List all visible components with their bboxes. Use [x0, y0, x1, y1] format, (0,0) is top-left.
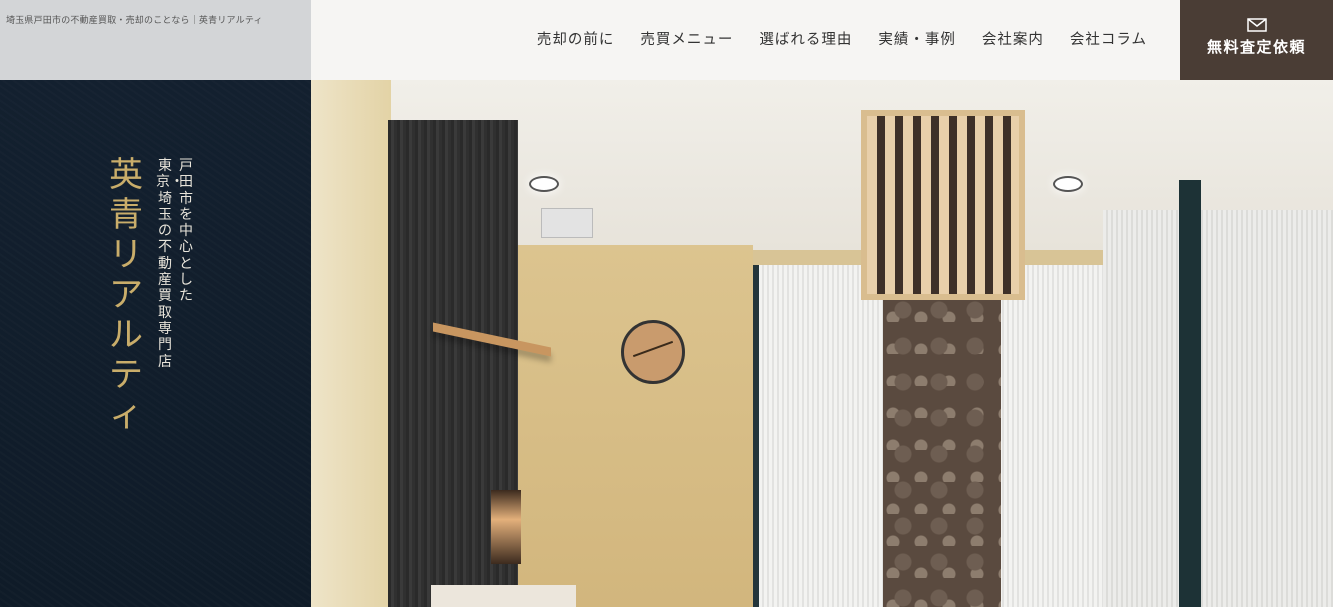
- site-tagline: 埼玉県戸田市の不動産買取・売却のことなら｜英青リアルティ: [6, 16, 263, 26]
- main-nav: 売却の前に 売買メニュー 選ばれる理由 実績・事例 会社案内 会社コラム: [511, 28, 1147, 49]
- hero-cabinet: [431, 585, 576, 607]
- nav-item-results[interactable]: 実績・事例: [878, 28, 956, 49]
- free-appraisal-button[interactable]: 無料査定依頼: [1180, 0, 1333, 80]
- hero-ceiling-light: [529, 176, 559, 192]
- hero-vent: [541, 208, 593, 238]
- hero-wood-lattice: [861, 110, 1025, 300]
- nav-item-column[interactable]: 会社コラム: [1070, 28, 1147, 49]
- hero-beige-wall: [518, 245, 753, 607]
- nav-item-company[interactable]: 会社案内: [982, 28, 1044, 49]
- hero-ceiling-light: [1053, 176, 1083, 192]
- hero-window-frame: [1179, 180, 1201, 607]
- hero-pillar: [883, 290, 1001, 607]
- nav-item-trade-menu[interactable]: 売買メニュー: [640, 28, 733, 49]
- tagline-box: 埼玉県戸田市の不動産買取・売却のことなら｜英青リアルティ: [0, 0, 311, 80]
- hero-left-wall: [311, 80, 391, 607]
- hero-window-right: [1103, 210, 1333, 607]
- hero-wall-clock: [621, 320, 685, 384]
- sidebar-tagline-line2: 東京・埼玉の不動産買取専門店: [156, 158, 184, 370]
- site-logo[interactable]: 英青リアルティ: [106, 155, 146, 435]
- nav-item-reasons[interactable]: 選ばれる理由: [759, 28, 852, 49]
- mail-icon: [1246, 18, 1267, 32]
- header: 売却の前に 売買メニュー 選ばれる理由 実績・事例 会社案内 会社コラム: [311, 0, 1180, 80]
- sidebar: 英青リアルティ 戸田市を中心とした 東京・埼玉の不動産買取専門店: [0, 80, 311, 607]
- free-appraisal-label: 無料査定依頼: [1206, 38, 1306, 56]
- hero-lamp: [491, 490, 521, 564]
- hero-image: [311, 80, 1333, 607]
- nav-item-before-sale[interactable]: 売却の前に: [537, 28, 615, 49]
